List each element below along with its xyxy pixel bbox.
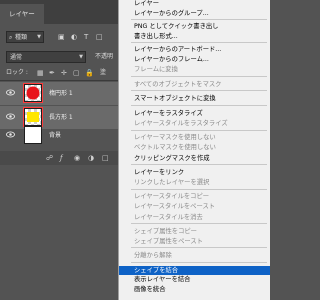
layers-panel: レイヤー ⌕ 種類 ▼ ▣ ◐ T □ 通常 ▼ 不透明 ロック : ▦ ✒ ✛… [0,0,126,300]
chevron-down-icon: ▼ [79,54,83,60]
divider [0,80,125,81]
layer-name: 背景 [49,132,62,139]
image-filter-icon[interactable]: ▣ [58,32,65,42]
eye-icon[interactable] [6,88,15,97]
menu-separator [131,42,267,43]
tab-layers[interactable]: レイヤー [0,4,44,24]
layer-thumbnail [24,126,42,144]
lock-artboard-icon[interactable]: ▢ [73,68,80,78]
menu-item[interactable]: 表示レイヤーを結合 [119,275,270,284]
lock-position-icon[interactable]: ✛ [61,68,67,78]
menu-separator [131,19,267,20]
layer-thumbnail [24,84,42,102]
menu-item[interactable]: レイヤーからのグループ... [119,9,270,18]
menu-item[interactable]: レイヤー [119,0,270,8]
search-icon: ⌕ [9,34,13,41]
opacity-label: 不透明 [95,53,114,60]
yellow-rect-icon [27,112,39,122]
fx-icon[interactable]: ƒ [60,152,62,164]
menu-item[interactable]: シェイプを結合 [119,266,270,275]
menu-item: レイヤースタイルをコピー [134,193,210,200]
eye-icon[interactable] [6,112,15,121]
type-filter-icon[interactable]: T [84,32,88,42]
menu-item[interactable]: レイヤーをラスタライズ [119,109,270,118]
adjustment-icon[interactable]: ◑ [88,152,94,164]
shape-filter-icon[interactable]: □ [96,32,103,42]
eye-icon[interactable] [6,130,15,139]
blend-mode-dropdown[interactable]: 通常 ▼ [6,51,86,63]
menu-item[interactable]: スマートオブジェクトに変換 [119,94,270,103]
menu-item: 分離から解除 [134,252,172,259]
blend-mode-label: 通常 [10,54,23,61]
layer-row-background[interactable]: 背景 [0,124,125,147]
menu-item: シェイプ属性をペースト [134,238,203,245]
menu-item: レイヤースタイルを消去 [134,214,203,221]
adjustment-filter-icon[interactable]: ◐ [71,32,77,42]
lock-all-icon[interactable]: 🔒 [85,68,94,78]
menu-item: ベクトルマスクを使用しない [134,144,216,151]
kind-filter-label: 種類 [15,34,28,41]
menu-item[interactable]: レイヤーをリンク [119,168,270,177]
lock-label: ロック : [6,69,28,76]
menu-item[interactable]: 書き出し形式... [119,32,270,41]
menu-separator [131,90,267,91]
menu-item[interactable]: レイヤーからのアートボード... [119,45,270,54]
mask-icon[interactable]: ◉ [74,152,80,164]
panel-tab-bar: レイヤー [0,0,125,24]
menu-separator [131,164,267,165]
menu-item[interactable]: PNG としてクイック書き出し [119,22,270,31]
menu-separator [131,130,267,131]
link-icon[interactable]: ☍ [46,152,53,164]
menu-separator [131,223,267,224]
context-menu: レイヤー レイヤーからのグループ... PNG としてクイック書き出し 書き出し形式.… [118,0,270,300]
menu-separator [131,262,267,263]
folder-icon[interactable]: □ [102,152,109,164]
menu-item[interactable]: クリッピングマスクを作成 [119,154,270,163]
menu-item: レイヤースタイルをペースト [134,203,216,210]
menu-separator [131,105,267,106]
menu-item[interactable]: 画像を統合 [119,285,270,294]
menu-item[interactable]: レイヤーからのフレーム... [119,55,270,64]
lock-transparency-icon[interactable]: ▦ [37,68,44,78]
menu-item: リンクしたレイヤーを選択 [134,179,210,186]
chevron-down-icon: ▼ [37,34,41,40]
kind-filter-dropdown[interactable]: ⌕ 種類 ▼ [6,31,44,43]
red-circle-icon [26,86,40,100]
menu-item: シェイプ属性をコピー [134,228,197,235]
fill-label: 塗 [100,69,107,76]
menu-item: すべてのオブジェクトをマスク [134,81,222,88]
panel-footer: ☍ ƒ ◉ ◑ □ [0,151,125,165]
menu-separator [131,247,267,248]
menu-item: フレームに変換 [134,66,178,73]
lock-image-icon[interactable]: ✒ [49,68,55,78]
layer-name: 楕円形 1 [49,90,73,97]
menu-separator [131,76,267,77]
layer-row-ellipse[interactable]: 楕円形 1 [0,82,125,105]
menu-separator [131,189,267,190]
menu-item: レイヤースタイルをラスタライズ [134,120,228,127]
menu-item: レイヤーマスクを使用しない [134,134,216,141]
